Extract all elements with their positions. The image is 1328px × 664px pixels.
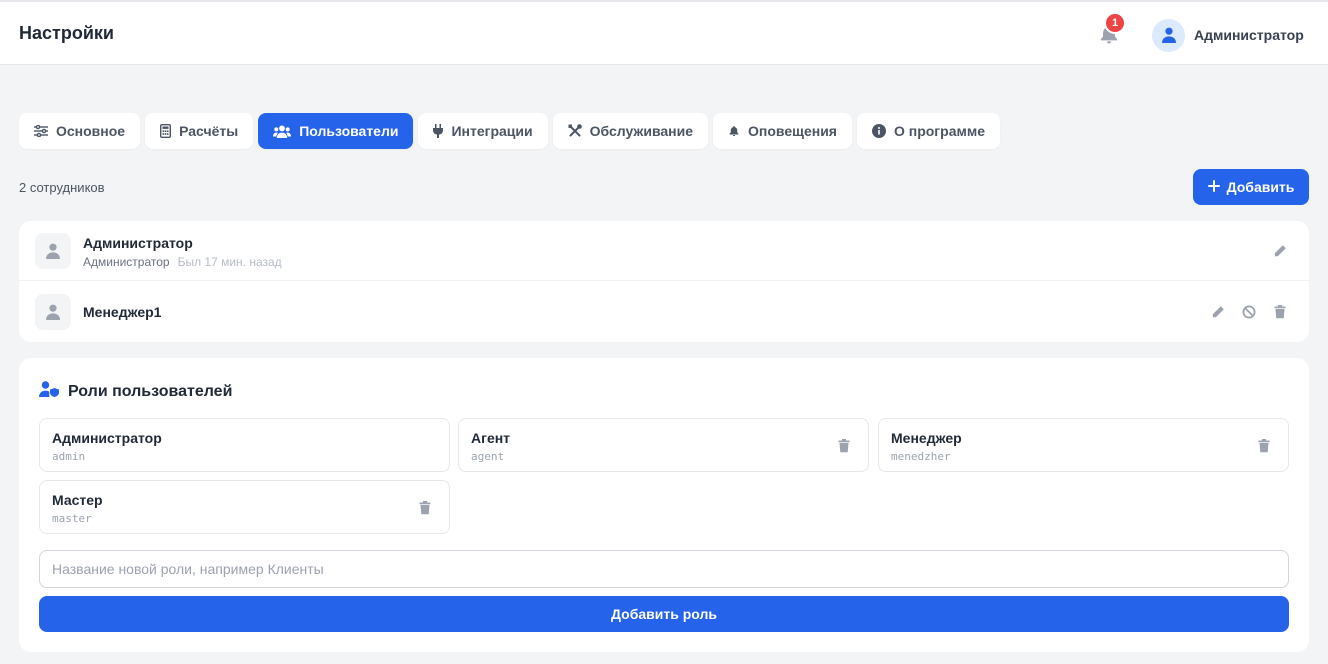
sliders-icon (34, 125, 48, 137)
plug-icon (433, 124, 444, 138)
list-item[interactable]: Администратор Администратор Был 17 мин. … (19, 221, 1309, 281)
employee-name: Администратор (83, 235, 193, 251)
row-actions (1211, 305, 1287, 319)
employee-name: Менеджер1 (83, 304, 162, 320)
tab-integrations[interactable]: Интеграции (418, 113, 548, 149)
page-title: Настройки (19, 23, 114, 43)
add-employee-button[interactable]: Добавить (1193, 169, 1309, 205)
users-icon (273, 125, 292, 138)
block-icon[interactable] (1242, 305, 1256, 319)
role-code: agent (471, 450, 505, 463)
roles-panel: Роли пользователей Администратор admin А… (19, 358, 1309, 652)
role-code: admin (52, 450, 86, 463)
bell-icon (728, 124, 740, 138)
role-card[interactable]: Администратор admin (39, 418, 450, 472)
tab-label: Основное (56, 123, 126, 139)
employees-list: Администратор Администратор Был 17 мин. … (19, 221, 1309, 342)
tab-label: Интеграции (451, 123, 533, 139)
notification-badge: 1 (1104, 12, 1126, 34)
user-avatar-icon (35, 294, 71, 330)
role-label: Менеджер (891, 430, 962, 446)
trash-icon[interactable] (1257, 439, 1271, 453)
roles-title-label: Роли пользователей (68, 382, 233, 400)
role-label: Агент (471, 430, 511, 446)
edit-pencil-icon[interactable] (1211, 305, 1225, 319)
employee-last-seen: Был 17 мин. назад (177, 255, 282, 269)
roles-title: Роли пользователей (39, 381, 232, 402)
calculator-icon (160, 124, 172, 138)
tab-label: Расчёты (179, 123, 239, 139)
add-employee-label: Добавить (1226, 179, 1295, 195)
employee-meta: Администратор Был 17 мин. назад (83, 255, 282, 269)
tab-notifications[interactable]: Оповещения (713, 113, 852, 149)
user-avatar-icon (35, 232, 71, 269)
role-code: master (52, 512, 92, 525)
tab-maintenance[interactable]: Обслуживание (552, 113, 709, 149)
employee-role: Администратор (83, 255, 170, 269)
tab-label: Пользователи (299, 123, 399, 139)
user-avatar-icon (1152, 18, 1185, 52)
role-card[interactable]: Мастер master (39, 480, 450, 534)
trash-icon[interactable] (418, 501, 432, 515)
top-header: Настройки 1 Администратор (0, 0, 1328, 65)
role-card[interactable]: Менеджер menedzher (878, 418, 1289, 472)
list-item[interactable]: Менеджер1 (19, 282, 1309, 342)
add-role-button[interactable]: Добавить роль (39, 596, 1289, 632)
employee-count: 2 сотрудников (19, 180, 105, 195)
role-code: menedzher (891, 450, 951, 463)
tab-label: Обслуживание (589, 123, 694, 139)
tab-basic[interactable]: Основное (19, 113, 141, 149)
tab-about[interactable]: О программе (856, 113, 1000, 149)
role-label: Мастер (52, 492, 103, 508)
trash-icon[interactable] (1273, 305, 1287, 319)
role-label: Администратор (52, 430, 162, 446)
row-actions (1273, 244, 1287, 258)
tools-icon (568, 124, 582, 138)
edit-pencil-icon[interactable] (1273, 244, 1287, 258)
tab-label: О программе (893, 123, 985, 139)
info-icon (871, 124, 886, 138)
add-role-label: Добавить роль (611, 606, 717, 622)
settings-tabs: Основное Расчёты Пользователи Интеграции… (19, 113, 1000, 149)
tab-users[interactable]: Пользователи (258, 113, 414, 149)
user-shield-icon (39, 381, 60, 402)
plus-icon (1207, 179, 1220, 195)
user-name: Администратор (1194, 27, 1304, 43)
trash-icon[interactable] (837, 439, 851, 453)
tab-label: Оповещения (748, 123, 837, 139)
user-menu[interactable]: Администратор (1152, 18, 1304, 52)
role-card[interactable]: Агент agent (458, 418, 869, 472)
tab-calculations[interactable]: Расчёты (145, 113, 254, 149)
new-role-input[interactable] (39, 550, 1289, 588)
